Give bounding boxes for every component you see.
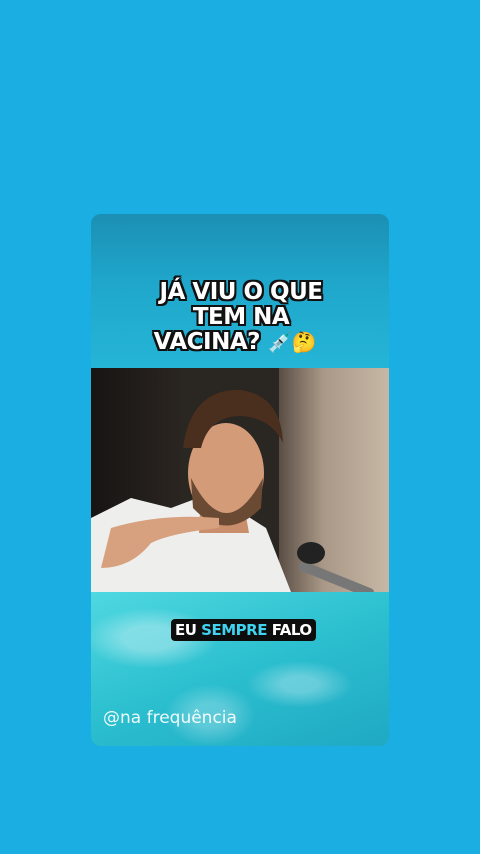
channel-watermark: @na frequência	[103, 708, 237, 728]
video-card[interactable]: JÁ VIU O QUE TEM NA VACINA? 💉🤔 EU SEMPRE…	[91, 214, 389, 746]
headline-line-3-text: VACINA?	[153, 329, 261, 355]
caption-word-highlight: SEMPRE	[201, 621, 267, 639]
headline-line-2: TEM NA	[192, 304, 290, 330]
speaker-image	[91, 389, 374, 592]
caption-word-1: EU	[175, 621, 197, 639]
syringe-thinking-emoji-icon: 💉🤔	[267, 330, 317, 354]
title-panel: JÁ VIU O QUE TEM NA VACINA? 💉🤔	[91, 214, 389, 368]
water-background: EU SEMPRE FALO @na frequência	[91, 592, 389, 746]
headline: JÁ VIU O QUE TEM NA VACINA? 💉🤔	[111, 280, 371, 355]
headline-line-3: VACINA? 💉🤔	[105, 330, 365, 355]
caption-word-3: FALO	[271, 621, 312, 639]
headline-line-1: JÁ VIU O QUE	[159, 279, 323, 305]
subtitle-caption: EU SEMPRE FALO	[171, 619, 316, 641]
video-frame[interactable]	[91, 368, 389, 592]
